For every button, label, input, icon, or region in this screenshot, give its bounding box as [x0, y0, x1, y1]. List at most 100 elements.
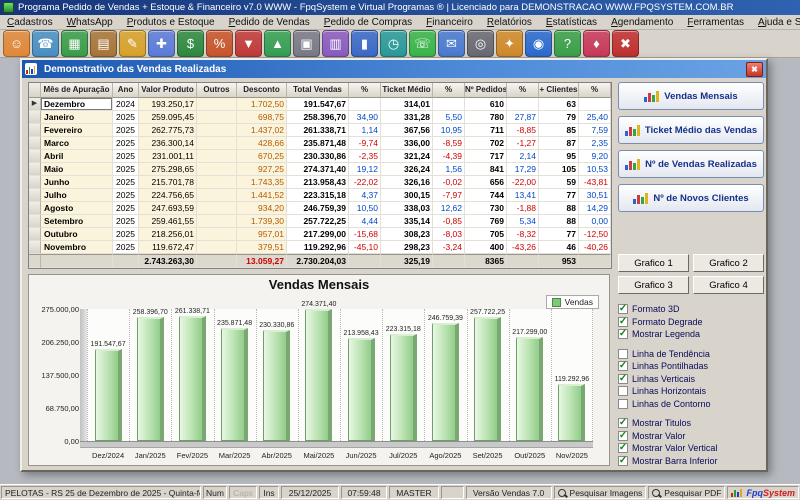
column-header-valor-produto[interactable]: Valor Produto: [139, 83, 197, 98]
checkbox-box: ✓: [618, 317, 628, 327]
graficos-icon[interactable]: ▮: [351, 30, 378, 57]
table-row[interactable]: Marco2025236.300,14428,66235.871,48-9,74…: [29, 137, 611, 150]
cell: 87: [539, 137, 579, 150]
cell: 261.338,71: [287, 124, 349, 137]
checkbox-formato-3d[interactable]: ✓Formato 3D: [618, 303, 764, 316]
chart-gridline: [214, 309, 215, 441]
column-header-ano[interactable]: Ano: [113, 83, 139, 98]
menu-whatsapp[interactable]: WhatsApp: [60, 17, 120, 28]
pesquisar-pdf-button[interactable]: Pesquisar PDF: [648, 486, 725, 499]
caixa-icon[interactable]: $: [177, 30, 204, 57]
grafico-1-button[interactable]: Grafico 1: [618, 254, 689, 272]
menu-ajuda-e-suporte[interactable]: Ajuda e Suporte: [751, 17, 800, 28]
sair-icon[interactable]: ✖: [612, 30, 639, 57]
imprimir-icon[interactable]: ▣: [293, 30, 320, 57]
vendas-mensais-button[interactable]: Vendas Mensais: [618, 82, 764, 110]
app-title-bar[interactable]: Programa Pedido de Vendas + Estoque & Fi…: [0, 0, 800, 15]
table-row[interactable]: Maio2025275.298,65927,25274.371,4019,123…: [29, 163, 611, 176]
produtos-icon[interactable]: ▦: [61, 30, 88, 57]
table-row[interactable]: Setembro2025259.461,551.739,30257.722,25…: [29, 215, 611, 228]
checkbox-mostrar-titulos[interactable]: ✓Mostrar Titulos: [618, 417, 764, 430]
relatorios-icon[interactable]: ▥: [322, 30, 349, 57]
table-row[interactable]: Junho2025215.701,781.743,35213.958,43-22…: [29, 176, 611, 189]
cell: 236.300,14: [139, 137, 197, 150]
menu-produtos-e-estoque[interactable]: Produtos e Estoque: [120, 17, 222, 28]
status-location: PELOTAS - RS 25 de Dezembro de 2025 - Qu…: [1, 486, 201, 499]
menu-financeiro[interactable]: Financeiro: [419, 17, 480, 28]
table-row[interactable]: Abril2025231.001,11670,25230.330,86-2,35…: [29, 150, 611, 163]
cell: 744: [465, 189, 507, 202]
table-row[interactable]: Agosto2025247.693,59934,20246.759,3910,5…: [29, 202, 611, 215]
financeiro-icon[interactable]: %: [206, 30, 233, 57]
cell: 88: [539, 215, 579, 228]
internet-icon[interactable]: ◉: [525, 30, 552, 57]
checkbox-formato-degrade[interactable]: ✓Formato Degrade: [618, 316, 764, 329]
column-header-[interactable]: %: [349, 83, 381, 98]
checkbox-mostrar-legenda[interactable]: ✓Mostrar Legenda: [618, 328, 764, 341]
seguranca-icon[interactable]: ♦: [583, 30, 610, 57]
cell: 717: [465, 150, 507, 163]
chart-gridline: [592, 309, 593, 441]
cell: Agosto: [41, 202, 113, 215]
checkbox-linhas-pontilhadas[interactable]: ✓Linhas Pontilhadas: [618, 360, 764, 373]
cell: 711: [465, 124, 507, 137]
checkbox-linha-de-tendencia[interactable]: Linha de Tendência: [618, 348, 764, 361]
table-row[interactable]: Julho2025224.756,651.441,52223.315,184,3…: [29, 189, 611, 202]
x-tick-label: Jun/2025: [346, 451, 377, 460]
ticket-medio-das-vendas-button[interactable]: Ticket Médio das Vendas: [618, 116, 764, 144]
checkbox-mostrar-barra-inferior[interactable]: ✓Mostrar Barra Inferior: [618, 455, 764, 468]
table-row[interactable]: Janeiro2025259.095,45698,75258.396,7034,…: [29, 111, 611, 124]
cadastro-clientes-icon[interactable]: ☺: [3, 30, 30, 57]
contas-pagar-icon[interactable]: ▼: [235, 30, 262, 57]
menu-agendamento[interactable]: Agendamento: [604, 17, 680, 28]
checkbox-mostrar-valor[interactable]: ✓Mostrar Valor: [618, 430, 764, 443]
table-row[interactable]: Outubro2025218.256,01957,01217.299,00-15…: [29, 228, 611, 241]
fornecedores-icon[interactable]: ☎: [32, 30, 59, 57]
column-header-mes-de-apuracao[interactable]: Mês de Apuração: [41, 83, 113, 98]
checkbox-label: Linhas de Contorno: [632, 399, 711, 409]
grafico-2-button[interactable]: Grafico 2: [693, 254, 764, 272]
contas-receber-icon[interactable]: ▲: [264, 30, 291, 57]
orcamentos-icon[interactable]: ✚: [148, 30, 175, 57]
table-row[interactable]: Fevereiro2025262.775,731.437,02261.338,7…: [29, 124, 611, 137]
agenda-icon[interactable]: ◷: [380, 30, 407, 57]
column-header-clientes[interactable]: + Clientes: [539, 83, 579, 98]
menu-estatisticas[interactable]: Estatísticas: [539, 17, 604, 28]
column-header-total-vendas[interactable]: Total Vendas: [287, 83, 349, 98]
column-header-outros[interactable]: Outros: [197, 83, 237, 98]
estoque-icon[interactable]: ▤: [90, 30, 117, 57]
ajuda-icon[interactable]: ?: [554, 30, 581, 57]
menu-ferramentas[interactable]: Ferramentas: [680, 17, 751, 28]
checkbox-mostrar-valor-vertical[interactable]: ✓Mostrar Valor Vertical: [618, 442, 764, 455]
close-button[interactable]: ✖: [746, 62, 763, 77]
checkbox-linhas-horizontais[interactable]: Linhas Horizontais: [618, 385, 764, 398]
pesquisar-imagens-button[interactable]: Pesquisar Imagens: [554, 486, 647, 499]
pesquisar-icon[interactable]: ◎: [467, 30, 494, 57]
column-header-desconto[interactable]: Desconto: [237, 83, 287, 98]
child-window-titlebar[interactable]: Demonstrativo das Vendas Realizadas ✖: [22, 60, 766, 78]
n-de-novos-clientes-button[interactable]: Nº de Novos Clientes: [618, 184, 764, 212]
column-header-[interactable]: %: [579, 83, 611, 98]
menu-pedido-de-compras[interactable]: Pedido de Compras: [317, 17, 419, 28]
n-de-vendas-realizadas-button[interactable]: Nº de Vendas Realizadas: [618, 150, 764, 178]
email-icon[interactable]: ✉: [438, 30, 465, 57]
grafico-3-button[interactable]: Grafico 3: [618, 276, 689, 294]
table-row[interactable]: Novembro2025119.672,47379,51119.292,96-4…: [29, 241, 611, 254]
table-row[interactable]: ▶Dezembro2024193.250,171.702,50191.547,6…: [29, 98, 611, 111]
menu-relatorios[interactable]: Relatórios: [480, 17, 539, 28]
column-header-[interactable]: %: [507, 83, 539, 98]
menu-pedido-de-vendas[interactable]: Pedido de Vendas: [222, 17, 317, 28]
ferramentas-icon[interactable]: ✦: [496, 30, 523, 57]
column-header-n-pedidos[interactable]: Nº Pedidos: [465, 83, 507, 98]
pedido-vendas-icon[interactable]: ✎: [119, 30, 146, 57]
checkbox-box: ✓: [618, 374, 628, 384]
menu-cadastros[interactable]: Cadastros: [0, 17, 60, 28]
column-header-ticket-medio[interactable]: Ticket Médio: [381, 83, 433, 98]
whatsapp-icon[interactable]: ☏: [409, 30, 436, 57]
checkbox-linhas-verticais[interactable]: ✓Linhas Verticais: [618, 373, 764, 386]
checkbox-linhas-de-contorno[interactable]: Linhas de Contorno: [618, 398, 764, 411]
column-header-[interactable]: %: [433, 83, 465, 98]
x-tick-label: Dez/2024: [92, 451, 124, 460]
bar-value-label: 258.396,70: [133, 309, 168, 316]
grafico-4-button[interactable]: Grafico 4: [693, 276, 764, 294]
